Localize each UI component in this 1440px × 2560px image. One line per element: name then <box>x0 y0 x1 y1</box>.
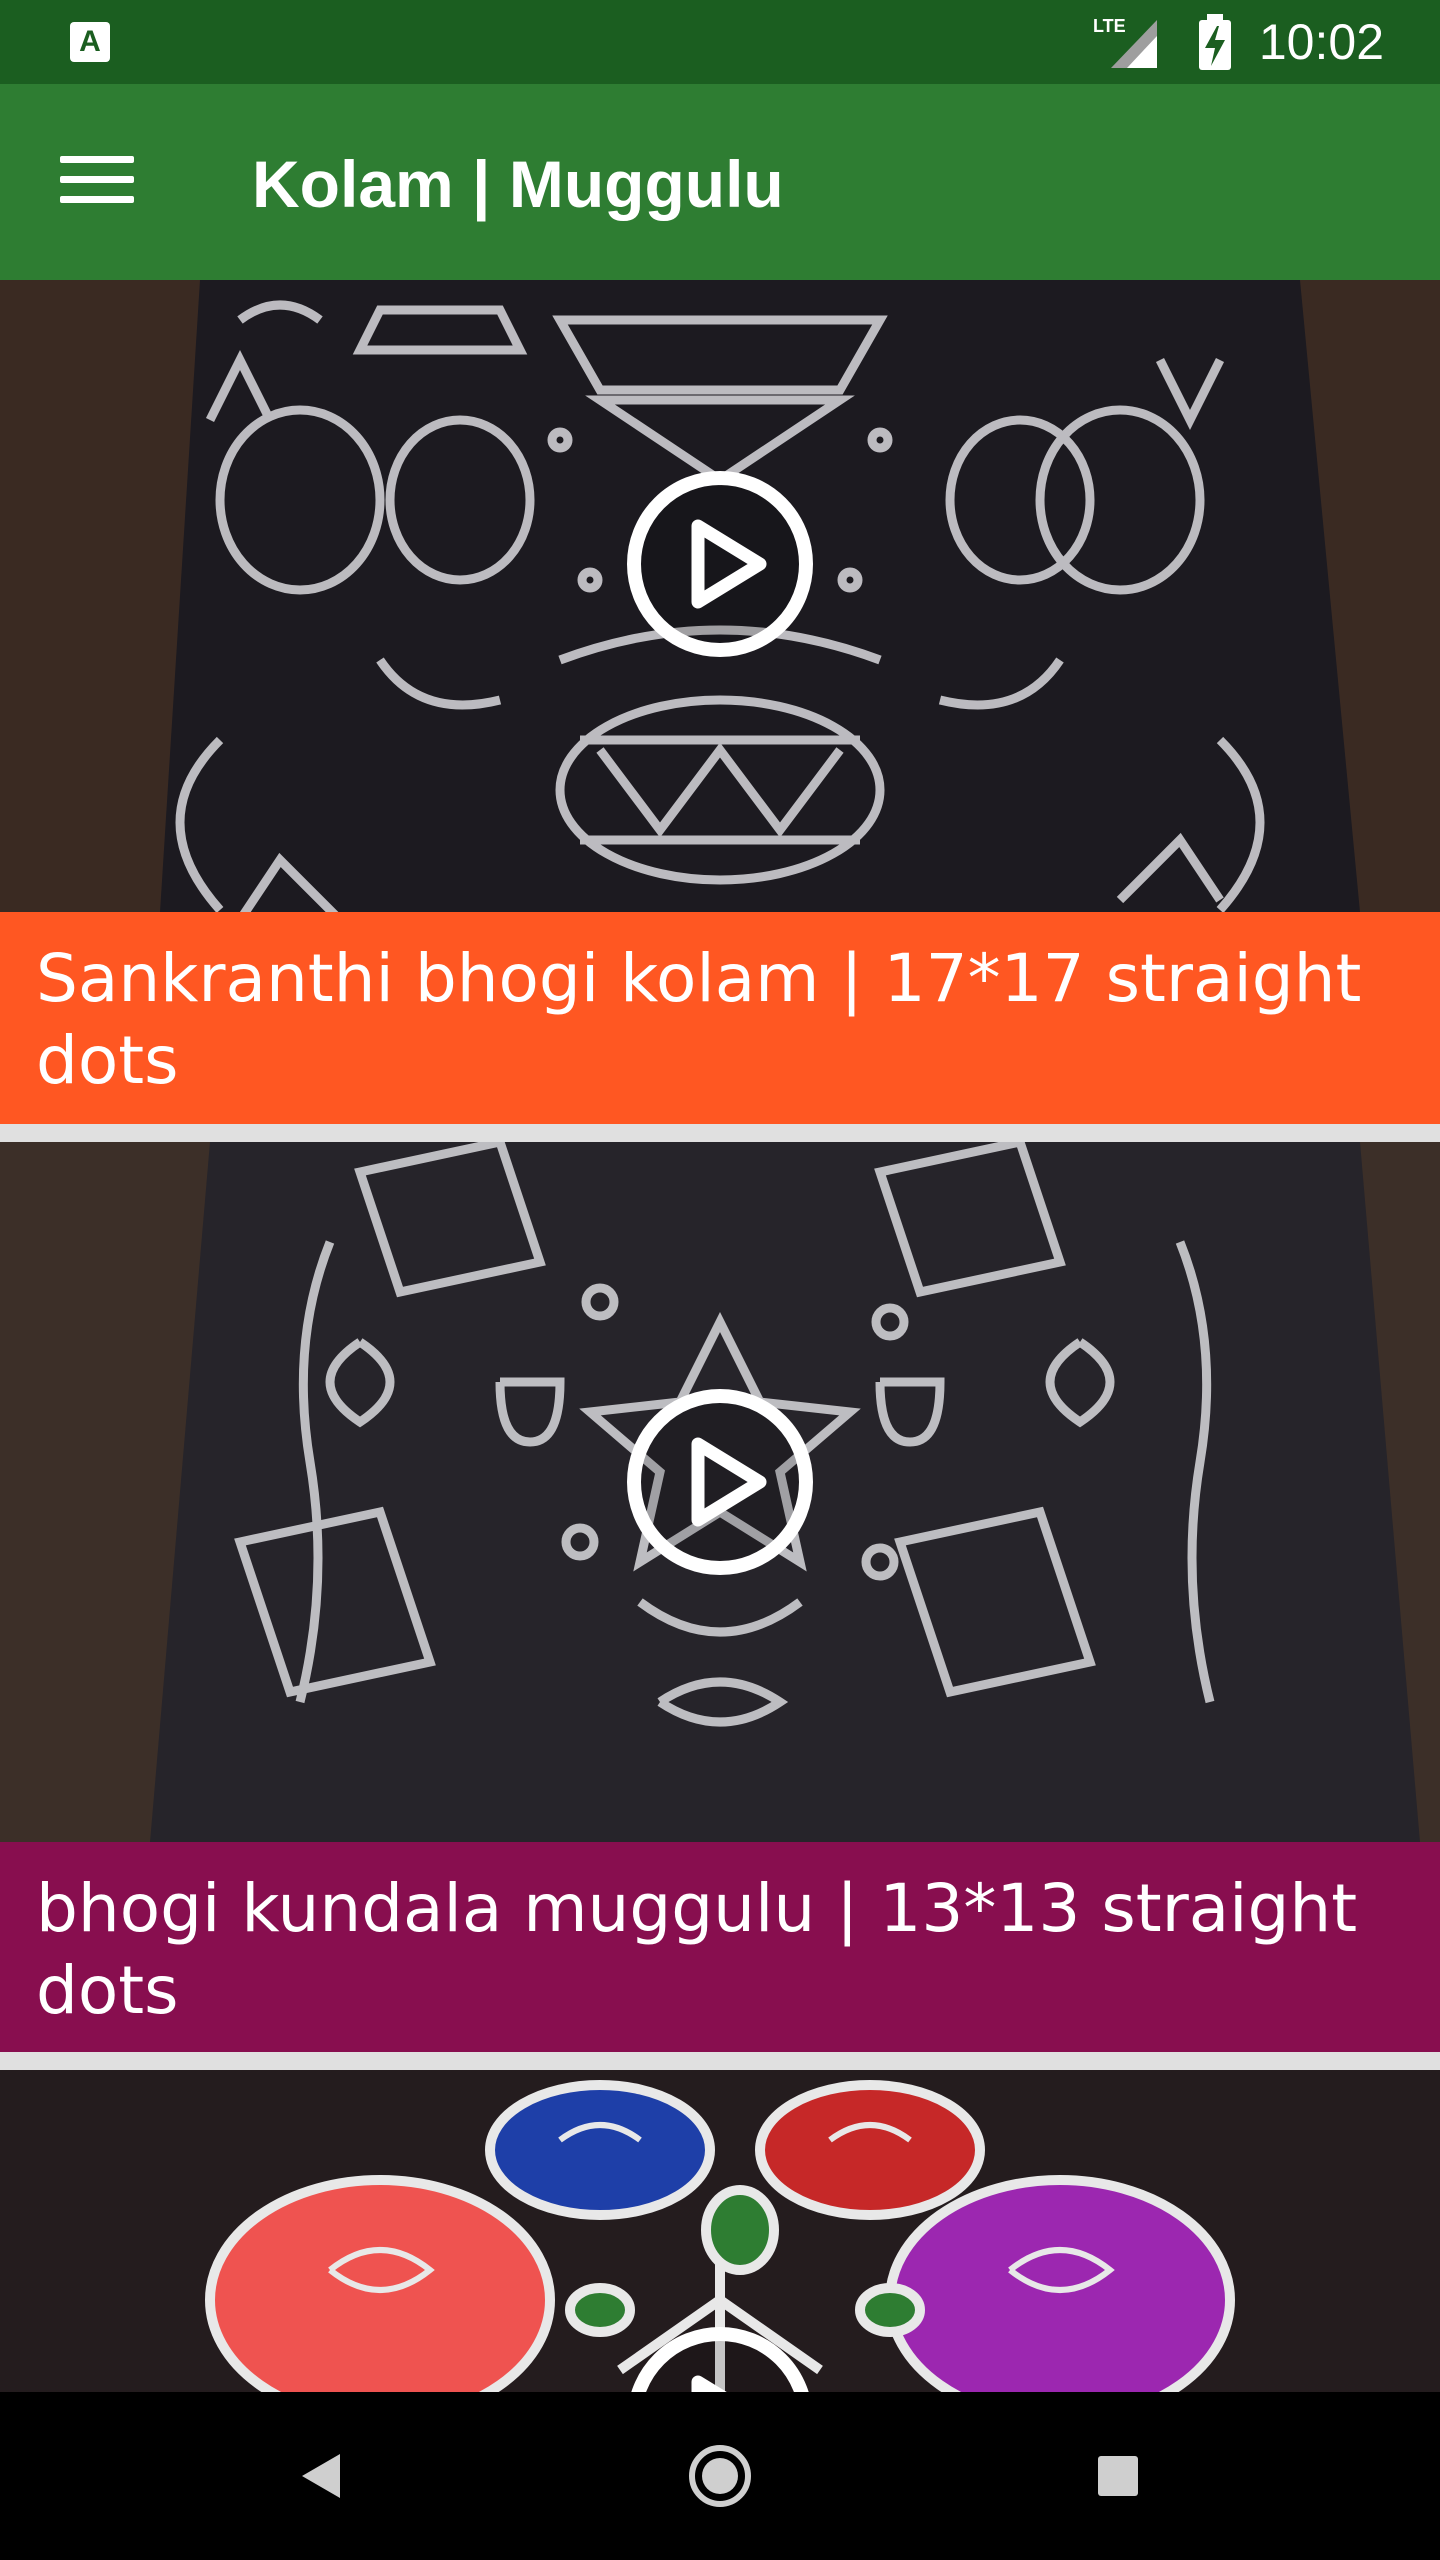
battery-charging-icon <box>1198 14 1231 70</box>
video-list[interactable]: Sankranthi bhogi kolam | 17*17 straight … <box>0 280 1440 2392</box>
app-notification-icon: A <box>70 22 110 62</box>
video-caption[interactable]: Sankranthi bhogi kolam | 17*17 straight … <box>0 912 1440 1124</box>
status-bar: A LTE 10:02 <box>0 0 1440 84</box>
play-icon[interactable] <box>620 464 820 664</box>
recents-icon[interactable] <box>1068 2426 1168 2526</box>
play-icon[interactable] <box>620 1382 820 1582</box>
video-subtitle: ... <box>36 2036 1404 2052</box>
hamburger-menu-icon[interactable] <box>48 130 148 230</box>
video-card[interactable]: Sankranthi bhogi kolam | 17*17 straight … <box>0 280 1440 1124</box>
app-title: Kolam | Muggulu <box>252 147 784 221</box>
video-card[interactable]: bhogi kundala muggulu | 13*13 straight d… <box>0 1142 1440 2052</box>
video-thumbnail[interactable] <box>0 2070 1440 2392</box>
video-title: Sankranthi bhogi kolam | 17*17 straight … <box>36 940 1362 1099</box>
video-card[interactable] <box>0 2070 1440 2392</box>
app-bar: Kolam | Muggulu <box>0 84 1440 280</box>
status-icons: LTE 10:02 <box>1091 12 1384 72</box>
video-subtitle: ... <box>36 1106 62 1124</box>
system-nav-bar <box>0 2392 1440 2560</box>
back-icon[interactable] <box>272 2426 372 2526</box>
svg-text:LTE: LTE <box>1093 16 1126 36</box>
lte-signal-icon: LTE <box>1093 16 1157 68</box>
video-caption[interactable]: bhogi kundala muggulu | 13*13 straight d… <box>0 1842 1440 2052</box>
video-title: bhogi kundala muggulu | 13*13 straight d… <box>36 1870 1358 2029</box>
status-time: 10:02 <box>1258 14 1384 70</box>
home-icon[interactable] <box>670 2426 770 2526</box>
